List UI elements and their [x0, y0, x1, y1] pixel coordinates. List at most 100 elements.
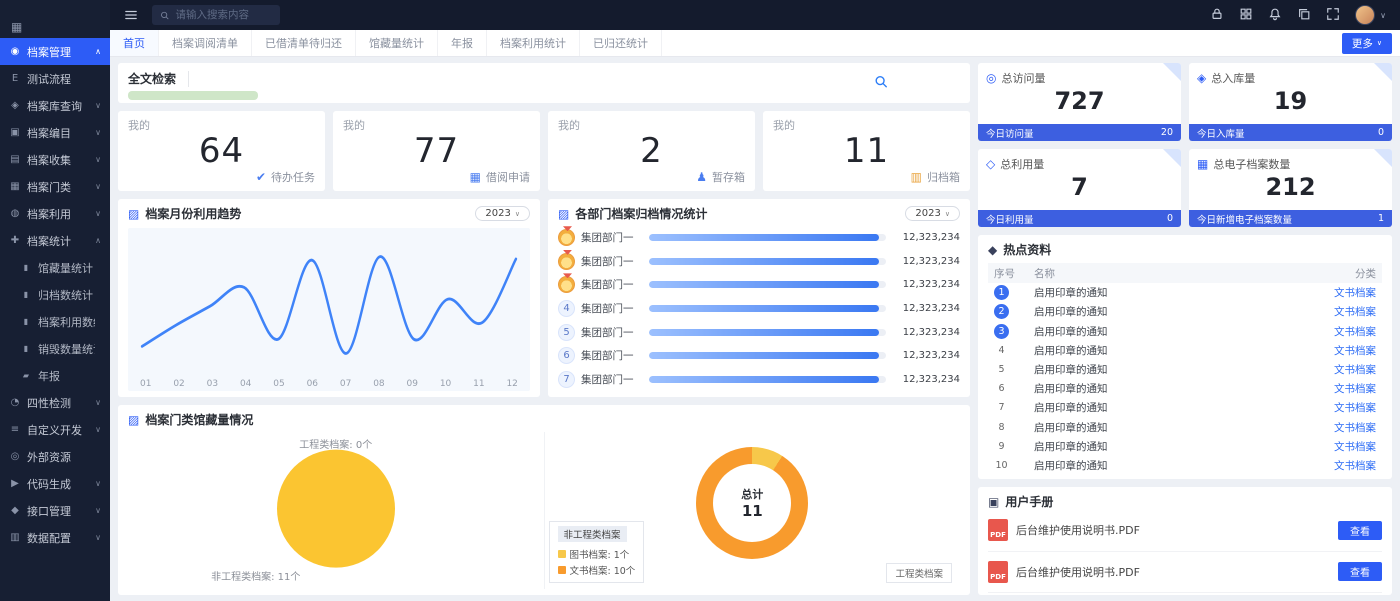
table-row[interactable]: 2 启用印章的通知 文书档案 [988, 302, 1382, 321]
chart-icon: ▨ [128, 413, 139, 427]
category-link[interactable]: 文书档案 [1310, 381, 1382, 396]
sidebar-item[interactable]: ▮ 归档数统计 [0, 281, 110, 308]
sidebar-item[interactable]: ▮ 档案利用数统计 [0, 308, 110, 335]
category-link[interactable]: 文书档案 [1310, 458, 1382, 473]
card-header: ▨ 档案门类馆藏量情况 [128, 411, 960, 428]
category-link[interactable]: 文书档案 [1310, 343, 1382, 358]
sidebar-item-icon: ◈ [9, 100, 21, 111]
table-header-row: 序号 名称 分类 [988, 263, 1382, 283]
category-link[interactable]: 文书档案 [1310, 420, 1382, 435]
pdf-icon: PDF [988, 519, 1008, 541]
fullscreen-icon[interactable] [1326, 6, 1340, 25]
stat-footer[interactable]: ♟ 暂存箱 [696, 169, 745, 185]
table-row[interactable]: 10 启用印章的通知 文书档案 [988, 456, 1382, 475]
stat-footer[interactable]: ▥ 归档箱 [911, 169, 960, 185]
tab[interactable]: 馆藏量统计 [356, 30, 438, 56]
sidebar-item-icon: E [9, 73, 21, 84]
sidebar-item[interactable]: ▮ 销毁数量统计 [0, 335, 110, 362]
sidebar-item[interactable]: ◉ 档案管理 ∧ [0, 38, 110, 65]
category-link[interactable]: 文书档案 [1310, 285, 1382, 300]
department-stats-card: ▨ 各部门档案归档情况统计 2023 ∨ 集团部门一 [548, 199, 970, 397]
sidebar-item-icon: ≡ [9, 424, 21, 435]
rank-number: 7 [994, 400, 1009, 415]
view-button[interactable]: 查看 [1338, 562, 1382, 581]
donut-center: 总计 11 [713, 464, 791, 542]
charts-row: ▨ 档案月份利用趋势 2023 ∨ 0102030405060708091011… [118, 199, 970, 397]
tab[interactable]: 档案调阅清单 [159, 30, 252, 56]
bar-track [649, 258, 886, 265]
sidebar-item-label: 档案收集 [27, 152, 71, 168]
bell-icon[interactable] [1268, 6, 1282, 25]
sidebar-item[interactable]: ▰ 年报 [0, 362, 110, 389]
copy-tabs-icon[interactable] [1297, 6, 1311, 25]
department-name: 集团部门一 [581, 230, 643, 245]
tab[interactable]: 首页 [110, 30, 159, 56]
sidebar-item[interactable]: E 测试流程 [0, 65, 110, 92]
stat-footer[interactable]: ✔ 待办任务 [256, 169, 315, 185]
table-row[interactable]: 8 启用印章的通知 文书档案 [988, 417, 1382, 436]
category-link[interactable]: 文书档案 [1310, 324, 1382, 339]
sidebar-item[interactable]: ▮ 馆藏量统计 [0, 254, 110, 281]
today-stat-label: 今日访问量 [986, 126, 1034, 140]
hamburger-menu-icon[interactable] [124, 8, 138, 22]
table-row[interactable]: 7 启用印章的通知 文书档案 [988, 398, 1382, 417]
manual-list: PDF 后台维护使用说明书.PDF 查看 PDF 后台维护使用说明书.PDF 查… [988, 510, 1382, 593]
summary-stat-icon: ▦ [1197, 157, 1208, 171]
category-link[interactable]: 文书档案 [1310, 439, 1382, 454]
tab-label: 首页 [123, 35, 145, 51]
document-name: 启用印章的通知 [1034, 304, 1310, 319]
search-submit-icon[interactable] [874, 74, 888, 93]
sidebar-item[interactable]: ◔ 四性检测 ∨ [0, 389, 110, 416]
sidebar-item[interactable]: ◆ 接口管理 ∨ [0, 497, 110, 524]
topbar-search-input[interactable] [175, 9, 272, 21]
document-name: 启用印章的通知 [1034, 324, 1310, 339]
tab[interactable]: 档案利用统计 [487, 30, 580, 56]
pie-chart [277, 449, 395, 567]
sidebar-item[interactable]: ◎ 外部资源 [0, 443, 110, 470]
stat-label: 待办任务 [271, 169, 315, 185]
category-link[interactable]: 文书档案 [1310, 304, 1382, 319]
table-row[interactable]: 9 启用印章的通知 文书档案 [988, 437, 1382, 456]
left-column: 全文检索 我的 64 ✔ 待办任务 我的 [118, 63, 970, 595]
sidebar-item[interactable]: ▦ 档案门类 ∨ [0, 173, 110, 200]
category-link[interactable]: 文书档案 [1310, 400, 1382, 415]
rank-badge: 4 [558, 300, 575, 317]
sidebar-item[interactable]: ✚ 档案统计 ∧ [0, 227, 110, 254]
document-name: 启用印章的通知 [1034, 458, 1310, 473]
sidebar-item[interactable]: ▶ 代码生成 ∨ [0, 470, 110, 497]
tab[interactable]: 已归还统计 [580, 30, 662, 56]
table-row[interactable]: 1 启用印章的通知 文书档案 [988, 283, 1382, 302]
sidebar-item[interactable]: ▤ 档案收集 ∨ [0, 146, 110, 173]
tab[interactable]: 年报 [438, 30, 487, 56]
search-filter-chip[interactable] [128, 91, 258, 100]
category-donut-half: 总计 11 非工程类档案 图书档案: 1个 [545, 432, 961, 589]
sidebar-item-label: 外部资源 [27, 449, 71, 465]
today-stat-label: 今日新增电子档案数量 [1197, 212, 1292, 226]
x-tick-label: 11 [473, 379, 484, 389]
year-select[interactable]: 2023 ∨ [905, 206, 960, 221]
tab[interactable]: 已借清单待归还 [252, 30, 356, 56]
document-name: 启用印章的通知 [1034, 343, 1310, 358]
layout-grid-icon[interactable] [1239, 6, 1253, 25]
table-row[interactable]: 5 启用印章的通知 文书档案 [988, 360, 1382, 379]
sidebar-item[interactable]: ▥ 数据配置 ∨ [0, 524, 110, 551]
sidebar-item[interactable]: ▣ 档案编目 ∨ [0, 119, 110, 146]
stat-footer[interactable]: ▦ 借阅申请 [470, 169, 530, 185]
stat-card: 我的 11 ▥ 归档箱 [763, 111, 970, 191]
table-row[interactable]: 6 启用印章的通知 文书档案 [988, 379, 1382, 398]
table-row[interactable]: 4 启用印章的通知 文书档案 [988, 341, 1382, 360]
summary-stat-card: ◈ 总入库量 19 今日入库量 0 [1189, 63, 1392, 141]
year-select[interactable]: 2023 ∨ [475, 206, 530, 221]
sidebar-item[interactable]: ◈ 档案库查询 ∨ [0, 92, 110, 119]
more-tabs-button[interactable]: 更多 ∨ [1342, 33, 1392, 54]
stat-card: 我的 64 ✔ 待办任务 [118, 111, 325, 191]
user-menu[interactable]: ∨ [1355, 5, 1386, 25]
category-link[interactable]: 文书档案 [1310, 362, 1382, 377]
view-button[interactable]: 查看 [1338, 521, 1382, 540]
lock-icon[interactable] [1210, 6, 1224, 25]
sidebar-item[interactable]: ≡ 自定义开发 ∨ [0, 416, 110, 443]
card-title: 各部门档案归档情况统计 [575, 205, 707, 222]
table-row[interactable]: 3 启用印章的通知 文书档案 [988, 321, 1382, 340]
sidebar-item[interactable]: ◍ 档案利用 ∨ [0, 200, 110, 227]
department-value: 12,323,234 [892, 350, 960, 361]
